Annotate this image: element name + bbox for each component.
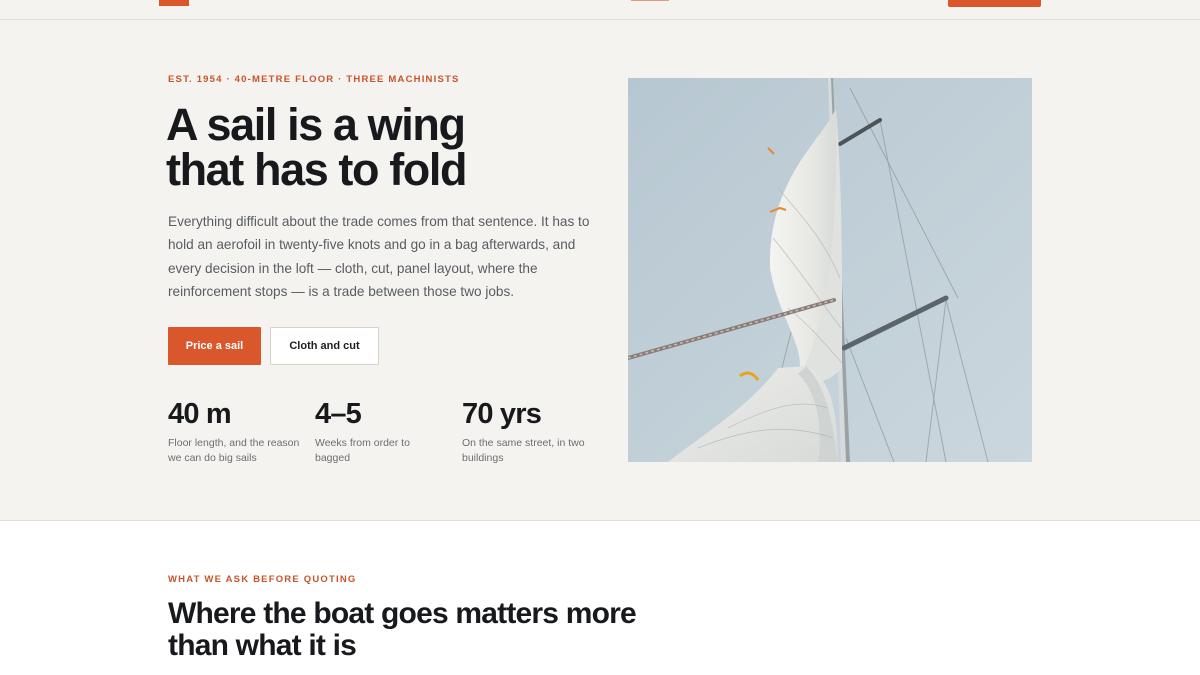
site-header [0, 0, 1200, 20]
section-title-line-2: than what it is [168, 629, 357, 662]
stat-label: Floor length, and the reason we can do b… [168, 437, 300, 464]
brand-logo[interactable] [159, 0, 189, 6]
hero-actions: Price a sail Cloth and cut [168, 327, 379, 365]
hero-title: A sail is a wing that has to fold [166, 102, 606, 192]
hero-lede: Everything difficult about the trade com… [168, 214, 590, 300]
stat-lead-time: 4–5 Weeks from order to bagged [315, 397, 462, 466]
hero-stats: 40 m Floor length, and the reason we can… [168, 397, 609, 466]
stat-value: 40 m [168, 398, 232, 430]
hero-section: EST. 1954 · 40-METRE FLOOR · THREE MACHI… [0, 20, 1200, 521]
section-title-line-1: Where the boat goes matters more [168, 597, 637, 630]
hero-title-line-2: that has to fold [166, 144, 467, 195]
stat-floor-length: 40 m Floor length, and the reason we can… [168, 397, 315, 466]
stat-label: On the same street, in two buildings [462, 437, 585, 464]
hero-eyebrow: EST. 1954 · 40-METRE FLOOR · THREE MACHI… [168, 74, 460, 85]
stat-years: 70 yrs On the same street, in two buildi… [462, 397, 609, 466]
stat-label: Weeks from order to bagged [315, 437, 410, 464]
price-a-sail-button[interactable]: Price a sail [168, 327, 261, 365]
header-cta-button[interactable] [948, 0, 1041, 7]
sail-mast-photo [628, 78, 1032, 462]
section-title: Where the boat goes matters more than wh… [168, 598, 668, 662]
stat-value: 70 yrs [462, 398, 542, 430]
section-eyebrow: WHAT WE ASK BEFORE QUOTING [168, 574, 357, 585]
hero-title-line-1: A sail is a wing [166, 99, 466, 150]
nav-active-indicator[interactable] [631, 0, 669, 1]
stat-value: 4–5 [315, 398, 362, 430]
cloth-and-cut-button[interactable]: Cloth and cut [270, 327, 379, 365]
